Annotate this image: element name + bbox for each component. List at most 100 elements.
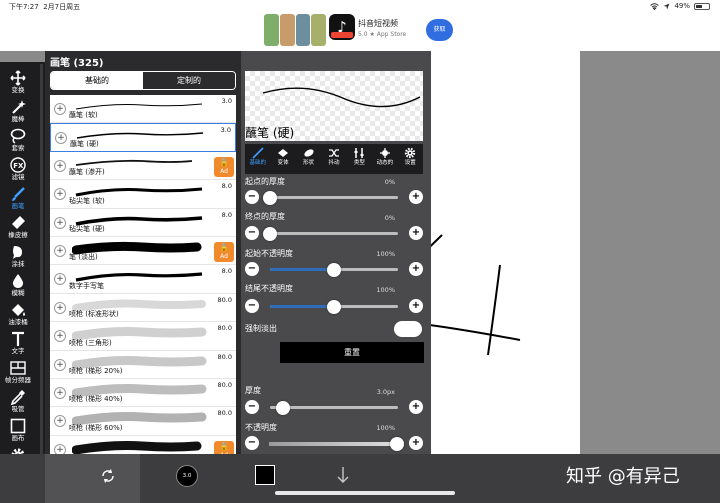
swap-color-icon[interactable] bbox=[100, 468, 116, 484]
tool-eraser[interactable]: 橡皮擦 bbox=[0, 215, 36, 239]
shuffle-icon bbox=[328, 149, 339, 157]
brush-panel: 画笔 (325) 基础的 定制的 + 3.0 蘸笔 (软) + 3.0 蘸笔 (… bbox=[45, 51, 241, 454]
increase-button[interactable]: + bbox=[409, 262, 423, 276]
end-thickness-slider[interactable] bbox=[263, 226, 398, 241]
tab-shape[interactable]: 形状 bbox=[296, 144, 321, 174]
decrease-button[interactable]: − bbox=[245, 262, 259, 276]
canvas-icon bbox=[10, 418, 26, 434]
opacity-slider[interactable] bbox=[269, 436, 404, 451]
decrease-button[interactable]: − bbox=[245, 436, 259, 450]
brush-item-selected[interactable]: + 3.0 蘸笔 (硬) bbox=[50, 123, 236, 152]
sidebar-handle[interactable] bbox=[40, 64, 43, 474]
decrease-button[interactable]: − bbox=[245, 226, 259, 240]
home-indicator[interactable] bbox=[275, 491, 455, 495]
bucket-icon bbox=[12, 304, 25, 316]
lock-badge[interactable]: 🔒Ad bbox=[214, 241, 234, 262]
arrow-down-icon[interactable] bbox=[336, 466, 350, 484]
tool-blur[interactable]: 模糊 bbox=[0, 273, 36, 297]
brush-item[interactable]: + 80.0 喷枪 (梯形 20%) bbox=[50, 351, 236, 379]
tab-basic[interactable]: 基础的 bbox=[51, 72, 143, 89]
brush-category-tabs: 基础的 定制的 bbox=[50, 71, 236, 90]
tool-lasso[interactable]: 套索 bbox=[0, 128, 36, 152]
force-fade-label: 强制淡出 bbox=[245, 324, 277, 333]
start-opacity-slider[interactable] bbox=[270, 262, 398, 277]
color-swatch-button[interactable] bbox=[255, 465, 275, 485]
lock-badge[interactable]: 🔒Ad bbox=[214, 440, 234, 454]
brush-item[interactable]: + 8.0 毡尖笔 (软) bbox=[50, 180, 236, 209]
tab-type[interactable]: 类型 bbox=[347, 144, 372, 174]
tab-basic-props[interactable]: 基础的 bbox=[245, 144, 270, 174]
tool-filter[interactable]: FX 滤镜 bbox=[0, 157, 36, 181]
increase-button[interactable]: + bbox=[409, 436, 423, 450]
fx-icon: FX bbox=[10, 157, 26, 173]
brush-item[interactable]: + 8.0 毡尖笔 (硬) bbox=[50, 209, 236, 237]
tool-magic-wand[interactable]: 魔棒 bbox=[0, 99, 36, 123]
tool-eyedropper[interactable]: 吸管 bbox=[0, 389, 36, 413]
brush-item[interactable]: + 80.0 喷枪 (三角形) bbox=[50, 322, 236, 351]
add-icon[interactable]: + bbox=[55, 132, 67, 145]
increase-button[interactable]: + bbox=[409, 226, 423, 240]
decrease-button[interactable]: − bbox=[245, 190, 259, 204]
brush-item[interactable]: + 🔒 Ad 蘸笔 (渗开) bbox=[50, 152, 236, 181]
force-fade-toggle[interactable] bbox=[394, 321, 422, 337]
add-icon[interactable]: + bbox=[54, 273, 66, 286]
reset-button[interactable]: 重置 bbox=[280, 342, 424, 363]
preview-stroke bbox=[262, 87, 421, 108]
start-thickness-slider[interactable] bbox=[263, 190, 398, 205]
tool-smudge[interactable]: 涂抹 bbox=[0, 244, 36, 268]
tab-settings[interactable]: 设置 bbox=[398, 144, 423, 174]
thickness-slider[interactable] bbox=[270, 400, 398, 415]
brush-item[interactable]: + 3.0 蘸笔 (软) bbox=[50, 95, 236, 124]
tab-jitter[interactable]: 抖动 bbox=[321, 144, 346, 174]
add-icon[interactable]: + bbox=[54, 103, 66, 115]
increase-button[interactable]: + bbox=[409, 299, 423, 313]
add-icon[interactable]: + bbox=[54, 358, 66, 371]
lock-badge[interactable]: 🔒Ad bbox=[214, 156, 234, 177]
add-icon[interactable]: + bbox=[54, 386, 66, 399]
tool-canvas[interactable]: 画布 bbox=[0, 418, 36, 442]
increase-button[interactable]: + bbox=[409, 400, 423, 414]
add-icon[interactable]: + bbox=[54, 159, 66, 172]
start-opacity-value: 100% bbox=[376, 250, 395, 258]
tiktok-app-icon: ♪ bbox=[329, 14, 355, 40]
brush-list[interactable]: + 3.0 蘸笔 (软) + 3.0 蘸笔 (硬) + 🔒 Ad 蘸笔 (渗开) … bbox=[50, 95, 236, 454]
brush-item[interactable]: + 80.0 喷枪 (标准形状) bbox=[50, 294, 236, 323]
lock-icon: 🔒 bbox=[219, 242, 229, 252]
brush-item[interactable]: + 8.0 数字手写笔 bbox=[50, 265, 236, 294]
tool-text[interactable]: 文字 bbox=[0, 331, 36, 355]
add-icon[interactable]: + bbox=[54, 443, 66, 454]
tool-transform[interactable]: 变换 bbox=[0, 70, 36, 94]
brush-size-button[interactable]: 3.0 bbox=[176, 465, 198, 487]
tool-brush[interactable]: 画笔 bbox=[0, 186, 36, 210]
brush-item[interactable]: + 🔒Ad bbox=[50, 436, 236, 454]
eyedropper-icon bbox=[10, 390, 25, 405]
end-opacity-slider[interactable] bbox=[270, 299, 398, 314]
lock-icon: 🔒 bbox=[219, 441, 229, 451]
svg-text:FX: FX bbox=[13, 162, 24, 170]
lasso-icon bbox=[10, 128, 26, 144]
tab-dynamics[interactable]: 动态的 bbox=[372, 144, 397, 174]
brush-item[interactable]: + 80.0 喷枪 (梯形 40%) bbox=[50, 379, 236, 408]
frame-divider-icon bbox=[10, 361, 26, 375]
move-icon bbox=[10, 70, 26, 86]
tool-bucket[interactable]: 油漆桶 bbox=[0, 302, 36, 326]
brush-item[interactable]: + 80.0 喷枪 (梯形 60%) bbox=[50, 407, 236, 436]
decrease-button[interactable]: − bbox=[245, 299, 259, 313]
increase-button[interactable]: + bbox=[409, 190, 423, 204]
tab-custom[interactable]: 定制的 bbox=[143, 72, 235, 89]
add-icon[interactable]: + bbox=[54, 330, 66, 343]
tab-variant[interactable]: 变体 bbox=[270, 144, 295, 174]
opacity-value: 100% bbox=[376, 424, 395, 432]
add-icon[interactable]: + bbox=[54, 188, 66, 201]
decrease-button[interactable]: − bbox=[245, 400, 259, 414]
brush-property-panel: 蘸笔 (硬) 基础的 变体 形状 抖动 类型 动态的 设置 起点的厚度 0% −… bbox=[241, 51, 431, 454]
add-icon[interactable]: + bbox=[54, 301, 66, 314]
add-icon[interactable]: + bbox=[54, 244, 66, 257]
ad-banner[interactable]: ♪ 抖音短视频 5.0 ★ App Store 获取 bbox=[0, 13, 720, 51]
add-icon[interactable]: + bbox=[54, 415, 66, 428]
brush-item[interactable]: + 🔒 Ad 笔 (淡出) bbox=[50, 237, 236, 266]
ad-get-button[interactable]: 获取 bbox=[426, 19, 453, 41]
add-icon[interactable]: + bbox=[54, 216, 66, 229]
location-icon bbox=[663, 3, 670, 9]
tool-frame-divider[interactable]: 帧分频器 bbox=[0, 360, 36, 384]
